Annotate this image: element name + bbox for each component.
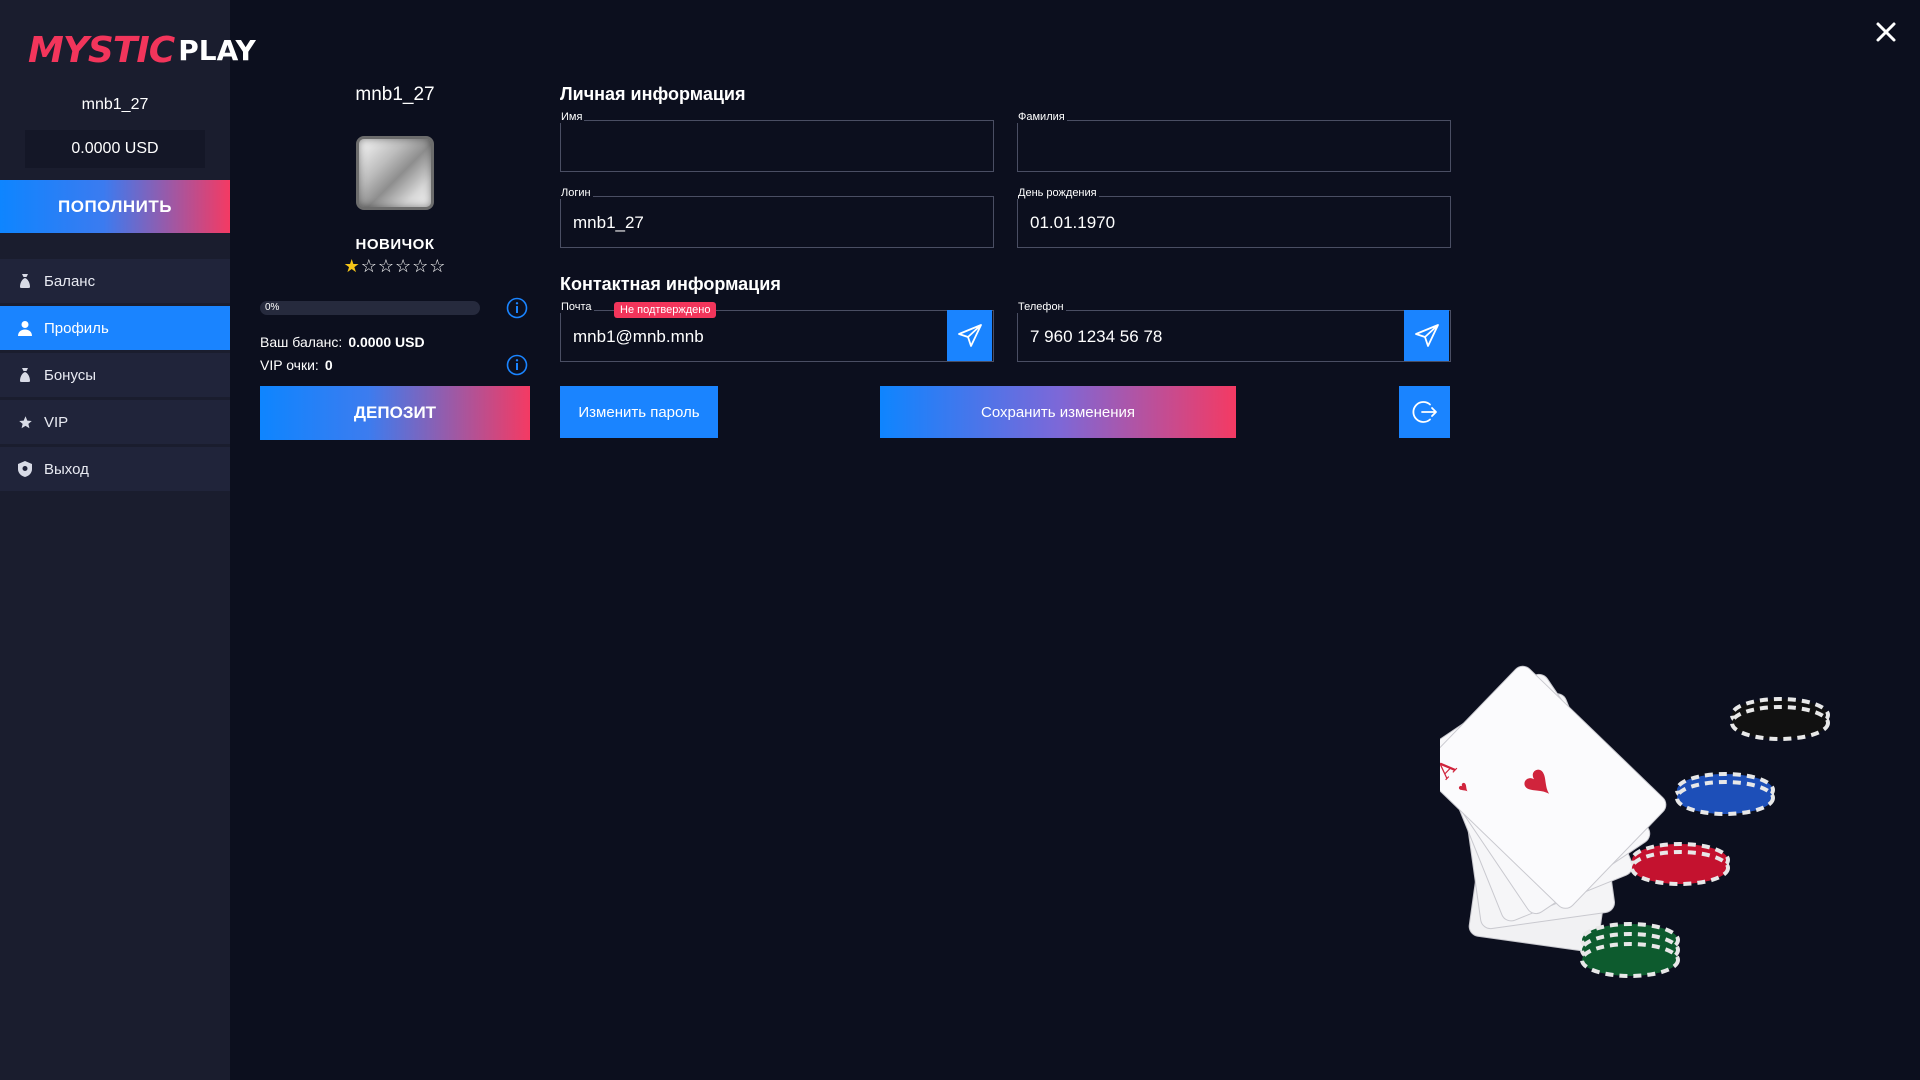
logo[interactable]: MYSTIC PLAY (28, 28, 256, 72)
phone-value: 7 960 1234 56 78 (1030, 327, 1163, 346)
logo-mystic: MYSTIC (28, 29, 175, 71)
rank-badge-avatar (356, 136, 434, 210)
first-name-label: Имя (559, 111, 585, 123)
phone-label: Телефон (1016, 301, 1066, 313)
balance-label: Ваш баланс: (260, 334, 343, 350)
contact-info-title: Контактная информация (560, 274, 781, 294)
email-label: Почта (559, 301, 594, 313)
deposit-button[interactable]: ДЕПОЗИТ (260, 386, 530, 440)
topup-button[interactable]: ПОПОЛНИТЬ (0, 180, 230, 233)
send-icon (1414, 323, 1439, 347)
save-changes-button[interactable]: Сохранить изменения (880, 386, 1236, 438)
star-icon (16, 413, 34, 431)
birthday-label: День рождения (1016, 187, 1099, 199)
star-empty-icon: ☆ (395, 256, 413, 276)
moneybag-icon (16, 366, 34, 384)
login-field[interactable]: Логин mnb1_27 (559, 187, 994, 248)
sidebar-item-balance[interactable]: Баланс (0, 259, 230, 303)
sidebar-item-label: Бонусы (44, 366, 97, 384)
rank-stars: ★☆☆☆☆☆ (260, 256, 530, 277)
star-empty-icon: ☆ (360, 256, 378, 276)
balance-row: Ваш баланс: 0.0000 USD (260, 334, 425, 350)
sidebar-item-logout[interactable]: Выход (0, 447, 230, 491)
star-filled-icon: ★ (343, 256, 361, 276)
close-button[interactable] (1872, 18, 1900, 46)
sidebar-item-bonuses[interactable]: Бонусы (0, 353, 230, 397)
vip-points-row: VIP очки: 0 (260, 357, 333, 373)
sidebar-item-profile[interactable]: Профиль (0, 306, 230, 350)
phone-field[interactable]: Телефон 7 960 1234 56 78 (1016, 301, 1451, 362)
star-empty-icon: ☆ (429, 256, 447, 276)
last-name-label: Фамилия (1016, 111, 1067, 123)
birthday-value: 01.01.1970 (1030, 213, 1116, 232)
profile-username: mnb1_27 (355, 84, 435, 105)
personal-info-title: Личная информация (560, 84, 746, 104)
sidebar-item-label: Профиль (44, 319, 109, 337)
login-value: mnb1_27 (573, 213, 644, 232)
send-icon (957, 323, 982, 347)
close-icon (1876, 22, 1896, 42)
user-icon (16, 319, 34, 337)
sidebar-item-vip[interactable]: VIP (0, 400, 230, 444)
rank-label: НОВИЧОК (355, 236, 435, 253)
sidebar: MYSTIC PLAY mnb1_27 0.0000 USD ПОПОЛНИТЬ… (0, 0, 256, 1080)
change-password-button[interactable]: Изменить пароль (560, 386, 718, 438)
last-name-field[interactable]: Фамилия (1016, 111, 1451, 172)
unverified-badge: Не подтверждено (614, 302, 717, 318)
sidebar-username: mnb1_27 (81, 96, 149, 113)
verify-email-button[interactable] (947, 310, 992, 361)
sidebar-balance: 0.0000 USD (25, 130, 205, 168)
playing-cards-illustration: K K A ♦ A ♠ A ♥ ♥ (1440, 665, 1830, 978)
info-icon[interactable] (506, 297, 528, 319)
moneybag-icon (16, 272, 34, 290)
info-icon[interactable] (506, 354, 528, 376)
logout-icon (1411, 401, 1437, 423)
level-progress-label: 0% (265, 302, 280, 313)
sidebar-item-label: Баланс (44, 272, 96, 290)
level-progress-bar (260, 301, 480, 315)
logo-play: PLAY (178, 33, 256, 67)
vip-points-label: VIP очки: (260, 357, 319, 373)
balance-value: 0.0000 USD (348, 334, 425, 350)
first-name-field[interactable]: Имя (559, 111, 994, 172)
verify-phone-button[interactable] (1404, 310, 1449, 361)
birthday-field[interactable]: День рождения 01.01.1970 (1016, 187, 1451, 248)
email-value: mnb1@mnb.mnb (573, 327, 704, 346)
shield-icon (16, 460, 34, 478)
vip-points-value: 0 (324, 357, 333, 373)
star-empty-icon: ☆ (377, 256, 395, 276)
logout-button[interactable] (1399, 386, 1450, 438)
login-label: Логин (559, 187, 593, 199)
sidebar-item-label: VIP (44, 413, 69, 431)
sidebar-item-label: Выход (44, 460, 89, 478)
star-empty-icon: ☆ (412, 256, 430, 276)
